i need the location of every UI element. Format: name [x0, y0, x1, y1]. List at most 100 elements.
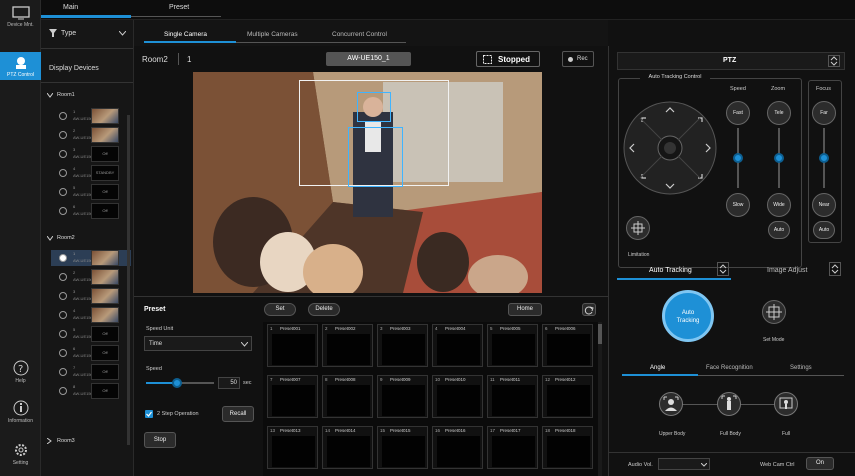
device-thumbnail[interactable]: Off	[91, 203, 119, 219]
home-button[interactable]: Home	[508, 303, 542, 316]
preset-cell[interactable]: 13 Preset013	[267, 426, 318, 469]
speed-fast-button[interactable]: Fast	[726, 101, 750, 125]
zoom-slider-knob[interactable]	[774, 153, 784, 163]
tab-single-camera[interactable]: Single Camera	[164, 31, 207, 38]
preset-cell[interactable]: 8 Preset008	[322, 375, 373, 418]
rail-ptz-control[interactable]: PTZ Control	[0, 52, 41, 80]
device-radio[interactable]	[59, 150, 67, 158]
tab-image-adjust[interactable]: Image Adjust	[767, 267, 807, 274]
device-thumbnail[interactable]: STANDBY	[91, 165, 119, 181]
preset-cell[interactable]: 9 Preset009	[377, 375, 428, 418]
device-radio[interactable]	[59, 169, 67, 177]
device-thumbnail[interactable]: Off	[91, 345, 119, 361]
set-button[interactable]: Set	[264, 303, 296, 316]
device-thumbnail[interactable]: Off	[91, 364, 119, 380]
device-thumbnail[interactable]	[91, 288, 119, 304]
tab-main[interactable]: Main	[63, 4, 78, 11]
device-list-item[interactable]: 5 AW-UE150_5 Off	[51, 326, 131, 342]
rec-button[interactable]: Rec	[562, 51, 594, 67]
rail-setting[interactable]: Setting	[0, 442, 41, 472]
rail-information[interactable]: Information	[0, 400, 41, 430]
preset-cell[interactable]: 7 Preset007	[267, 375, 318, 418]
device-radio[interactable]	[59, 131, 67, 139]
preset-cell[interactable]: 10 Preset010	[432, 375, 483, 418]
device-radio[interactable]	[59, 292, 67, 300]
device-list-item[interactable]: 6 AW-UE150 Off	[51, 203, 131, 219]
device-list-item[interactable]: 3 AW-UE150_3	[51, 288, 131, 304]
preset-cell[interactable]: 16 Preset016	[432, 426, 483, 469]
group-room3[interactable]: Room3	[46, 437, 75, 446]
device-list-item[interactable]: 5 AW-UE150 Off	[51, 184, 131, 200]
device-thumbnail[interactable]	[91, 127, 119, 143]
pan-tilt-pad[interactable]	[622, 92, 718, 208]
focus-auto-button[interactable]: Auto	[813, 221, 835, 239]
device-list-item[interactable]: 1 AW-UE150	[51, 108, 131, 124]
device-list-item[interactable]: 4 AW-UE150_4	[51, 307, 131, 323]
device-list-item[interactable]: 1 AW-UE150_1	[51, 250, 131, 266]
recall-button[interactable]: Recall	[222, 406, 254, 422]
device-list-item[interactable]: 8 AW-UE150_8 Off	[51, 383, 131, 399]
preset-cell[interactable]: 15 Preset015	[377, 426, 428, 469]
device-thumbnail[interactable]	[91, 250, 119, 266]
rail-device-mnt[interactable]: Device Mnt.	[0, 6, 41, 34]
tab-auto-tracking[interactable]: Auto Tracking	[649, 267, 692, 274]
device-radio[interactable]	[59, 349, 67, 357]
delete-button[interactable]: Delete	[308, 303, 340, 316]
tab-angle[interactable]: Angle	[650, 365, 665, 371]
tab-multiple-cameras[interactable]: Multiple Cameras	[247, 31, 298, 38]
focus-slider-knob[interactable]	[819, 153, 829, 163]
two-step-checkbox[interactable]	[145, 410, 153, 418]
preset-cell[interactable]: 5 Preset005	[487, 324, 538, 367]
zoom-wide-button[interactable]: Wide	[767, 193, 791, 217]
tab-settings[interactable]: Settings	[790, 365, 812, 371]
set-mode-button[interactable]	[762, 300, 786, 324]
webcam-on-button[interactable]: On	[806, 457, 834, 470]
full-button[interactable]	[774, 392, 798, 416]
device-thumbnail[interactable]	[91, 269, 119, 285]
preset-cell[interactable]: 12 Preset012	[542, 375, 593, 418]
preset-cell[interactable]: 17 Preset017	[487, 426, 538, 469]
preset-cell[interactable]: 2 Preset002	[322, 324, 373, 367]
device-radio[interactable]	[59, 188, 67, 196]
device-list-item[interactable]: 2 AW-UE150_2	[51, 269, 131, 285]
device-radio[interactable]	[59, 207, 67, 215]
sidebar-scrollbar[interactable]	[127, 115, 130, 445]
device-thumbnail[interactable]: Off	[91, 383, 119, 399]
zoom-tele-button[interactable]: Tele	[767, 101, 791, 125]
device-thumbnail[interactable]	[91, 307, 119, 323]
device-radio[interactable]	[59, 254, 67, 262]
device-thumbnail[interactable]: Off	[91, 184, 119, 200]
device-list-item[interactable]: 2 AW-UE150	[51, 127, 131, 143]
focus-near-button[interactable]: Near	[812, 193, 836, 217]
tab-concurrent-control[interactable]: Concurrent Control	[332, 31, 387, 38]
stop-button[interactable]: Stop	[144, 432, 176, 448]
tab-preset[interactable]: Preset	[169, 4, 189, 11]
preset-cell[interactable]: 14 Preset014	[322, 426, 373, 469]
preset-cell[interactable]: 3 Preset003	[377, 324, 428, 367]
tab-face-recognition[interactable]: Face Recognition	[706, 365, 753, 371]
upper-body-button[interactable]	[659, 392, 683, 416]
device-radio[interactable]	[59, 368, 67, 376]
group-room1[interactable]: Room1	[46, 92, 75, 100]
device-list-item[interactable]: 3 AW-UE150 Off	[51, 146, 131, 162]
limitation-button[interactable]	[626, 216, 650, 240]
zoom-auto-button[interactable]: Auto	[768, 221, 790, 239]
focus-far-button[interactable]: Far	[812, 101, 836, 125]
auto-tracking-collapse[interactable]	[717, 262, 729, 276]
group-room2[interactable]: Room2	[46, 235, 75, 243]
rail-help[interactable]: ? Help	[0, 360, 41, 388]
preset-cell[interactable]: 1 Preset001	[267, 324, 318, 367]
audio-vol-select[interactable]	[658, 458, 710, 470]
ptz-collapse-button[interactable]	[828, 55, 840, 67]
type-filter[interactable]: Type	[41, 26, 133, 42]
device-radio[interactable]	[59, 311, 67, 319]
preset-cell[interactable]: 4 Preset004	[432, 324, 483, 367]
preset-scrollbar[interactable]	[598, 322, 602, 476]
preset-cell[interactable]: 11 Preset011	[487, 375, 538, 418]
device-thumbnail[interactable]: Off	[91, 326, 119, 342]
refresh-button[interactable]	[582, 303, 596, 316]
camera-live-view[interactable]	[193, 72, 542, 293]
device-list-item[interactable]: 6 AW-UE150_6 Off	[51, 345, 131, 361]
device-thumbnail[interactable]: Off	[91, 146, 119, 162]
device-radio[interactable]	[59, 273, 67, 281]
